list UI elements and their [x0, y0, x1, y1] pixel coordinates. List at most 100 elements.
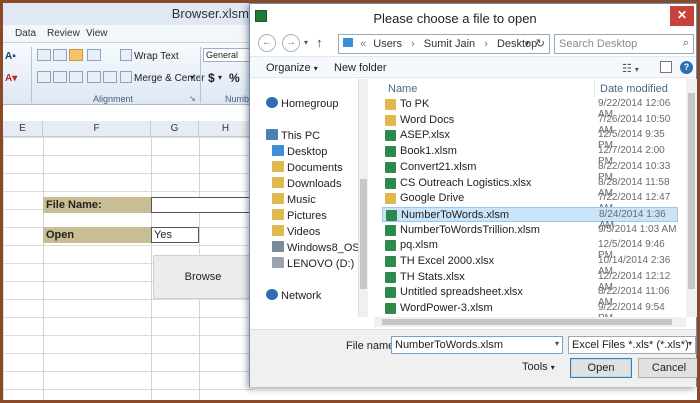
browse-button[interactable]: Browse	[153, 255, 253, 299]
number-format-combo[interactable]: General	[203, 48, 251, 62]
wrap-text-icon[interactable]	[120, 49, 132, 61]
file-row[interactable]: pq.xlsm 12/5/2014 9:46 PM	[382, 238, 678, 261]
file-type-select[interactable]: Excel Files *.xls* (*.xls*) ▾	[568, 336, 696, 354]
search-input[interactable]: Search Desktop ⌕	[554, 34, 694, 54]
preview-pane-icon[interactable]	[660, 61, 672, 73]
tools-menu[interactable]: Tools ▾	[522, 361, 555, 373]
scrollbar-thumb[interactable]	[688, 93, 695, 289]
navigation-pane-scrollbar[interactable]	[358, 79, 368, 317]
excel-file-icon	[385, 303, 396, 315]
breadcrumb-users[interactable]: Users	[373, 38, 402, 50]
excel-file-icon	[385, 256, 396, 267]
open-value-cell[interactable]: Yes	[151, 227, 199, 243]
file-name-dropdown-icon[interactable]: ▾	[555, 339, 559, 348]
file-row[interactable]: Google Drive7/22/2014 12:47 AM	[382, 191, 678, 214]
currency-dropdown-icon[interactable]: ▾	[218, 73, 222, 82]
alignment-launcher-icon[interactable]: ↘	[189, 94, 196, 103]
file-type-dropdown-icon[interactable]: ▾	[688, 339, 692, 348]
increase-indent-icon[interactable]	[103, 71, 117, 83]
align-left-icon[interactable]	[37, 71, 51, 83]
menu-review[interactable]: Review	[47, 28, 80, 39]
address-dropdown-icon[interactable]: ▾	[525, 39, 529, 48]
computer-icon	[266, 129, 278, 140]
breadcrumb-desktop[interactable]: Desktop	[497, 38, 537, 50]
sidebar-item-videos[interactable]: Videos	[272, 225, 320, 241]
menu-data[interactable]: Data	[15, 28, 36, 39]
excel-file-icon	[385, 240, 396, 252]
merge-center-icon[interactable]	[120, 71, 132, 83]
column-header-h[interactable]: H	[199, 121, 253, 137]
file-row[interactable]: Book1.xlsm 12/7/2014 2:00 PM	[382, 144, 678, 167]
file-name: TH Excel 2000.xlsx	[400, 255, 495, 267]
file-row[interactable]: Untitled spreadsheet.xlsx 8/22/2014 11:06…	[382, 285, 678, 308]
file-row[interactable]: To PK 9/22/2014 12:06 AM	[382, 97, 678, 120]
sidebar-item-music[interactable]: Music	[272, 193, 316, 209]
column-header-name[interactable]: Name	[388, 83, 417, 95]
help-icon[interactable]: ?	[680, 61, 693, 74]
breadcrumb-user[interactable]: Sumit Jain	[424, 38, 475, 50]
file-list-scrollbar[interactable]	[686, 79, 697, 317]
align-center-icon[interactable]	[53, 71, 67, 83]
sidebar-item-documents[interactable]: Documents	[272, 161, 343, 177]
file-list-horizontal-scrollbar[interactable]	[374, 317, 686, 327]
file-row[interactable]: TH Stats.xlsx 12/2/2014 12:12 AM	[382, 270, 678, 293]
sidebar-item-lenovo-drive[interactable]: LENOVO (D:)	[272, 257, 354, 273]
close-icon[interactable]: ✕	[670, 6, 694, 26]
new-folder-button[interactable]: New folder	[334, 62, 387, 74]
file-row[interactable]: WordPower-3.xlsm 9/22/2014 9:54 PM	[382, 301, 678, 317]
back-arrow-icon[interactable]: ←	[258, 34, 276, 52]
file-row[interactable]: Convert21.xlsm 8/22/2014 10:33 PM	[382, 160, 678, 183]
column-header-g[interactable]: G	[151, 121, 199, 137]
file-name-cell[interactable]	[151, 197, 253, 213]
search-icon[interactable]: ⌕	[683, 37, 689, 50]
forward-arrow-icon[interactable]: →	[282, 34, 300, 52]
align-bottom-icon[interactable]	[69, 49, 83, 61]
column-header-f[interactable]: F	[43, 121, 151, 137]
align-top-icon[interactable]	[37, 49, 51, 61]
align-right-icon[interactable]	[69, 71, 83, 83]
file-row[interactable]: ASEP.xlsx 12/5/2014 9:35 PM	[382, 128, 678, 151]
file-row[interactable]: TH Excel 2000.xlsx 10/14/2014 2:36 AM	[382, 254, 678, 277]
merge-dropdown-icon[interactable]: ▾	[190, 73, 194, 82]
sidebar-item-network[interactable]: Network	[266, 289, 321, 305]
organize-button[interactable]: Organize ▾	[266, 62, 318, 74]
recent-locations-icon[interactable]: ▾	[304, 38, 308, 47]
font-color-icon[interactable]: A▾	[5, 73, 17, 84]
scrollbar-thumb[interactable]	[382, 319, 672, 325]
file-row[interactable]: Word Docs 7/26/2014 10:50 AM	[382, 113, 678, 136]
excel-file-icon	[385, 177, 396, 189]
file-row[interactable]: CS Outreach Logistics.xlsx 8/28/2014 11:5…	[382, 176, 678, 199]
wrap-text-button[interactable]: Wrap Text	[134, 51, 179, 62]
sidebar-item-pictures[interactable]: Pictures	[272, 209, 327, 225]
file-row[interactable]: NumberToWords.xlsm 8/24/2014 1:36 AM	[382, 206, 678, 231]
scrollbar-thumb[interactable]	[360, 179, 367, 289]
view-options-icon[interactable]: ☷ ▾	[622, 62, 639, 75]
decrease-indent-icon[interactable]	[87, 71, 101, 83]
column-separator[interactable]	[594, 81, 595, 97]
currency-button[interactable]: $	[208, 71, 215, 85]
sidebar-item-homegroup[interactable]: Homegroup	[266, 97, 338, 113]
sidebar-item-desktop[interactable]: Desktop	[272, 145, 327, 161]
folder-icon	[272, 177, 284, 188]
cancel-button[interactable]: Cancel	[638, 358, 697, 378]
refresh-icon[interactable]: ↻	[536, 37, 545, 50]
sidebar-item-windows-drive[interactable]: Windows8_OS (C:	[272, 241, 358, 257]
dialog-toolbar: Organize ▾ New folder ☷ ▾ ?	[250, 56, 696, 78]
percent-button[interactable]: %	[229, 71, 240, 85]
sidebar-item-downloads[interactable]: Downloads	[272, 177, 341, 193]
column-header-date[interactable]: Date modified	[600, 83, 668, 95]
orientation-icon[interactable]	[87, 49, 101, 61]
address-bar[interactable]: « Users › Sumit Jain › Desktop ▾ ↻	[338, 34, 550, 54]
network-icon	[266, 289, 278, 300]
up-arrow-icon[interactable]: ↑	[316, 35, 323, 50]
align-middle-icon[interactable]	[53, 49, 67, 61]
menu-view[interactable]: View	[86, 28, 108, 39]
column-header-e[interactable]: E	[3, 121, 43, 137]
file-name: NumberToWordsTrillion.xlsm	[400, 223, 540, 236]
file-row[interactable]: NumberToWordsTrillion.xlsm 9/5/2014 1:03 …	[382, 223, 678, 238]
file-name-input[interactable]: NumberToWords.xlsm ▾	[391, 336, 563, 354]
open-button[interactable]: Open	[570, 358, 632, 378]
sidebar-item-this-pc[interactable]: This PC	[266, 129, 320, 145]
excel-ribbon: A▪ A▾ Wrap Text Merge & Center ▾ Alignme…	[3, 43, 253, 105]
font-size-icon[interactable]: A▪	[5, 51, 16, 62]
